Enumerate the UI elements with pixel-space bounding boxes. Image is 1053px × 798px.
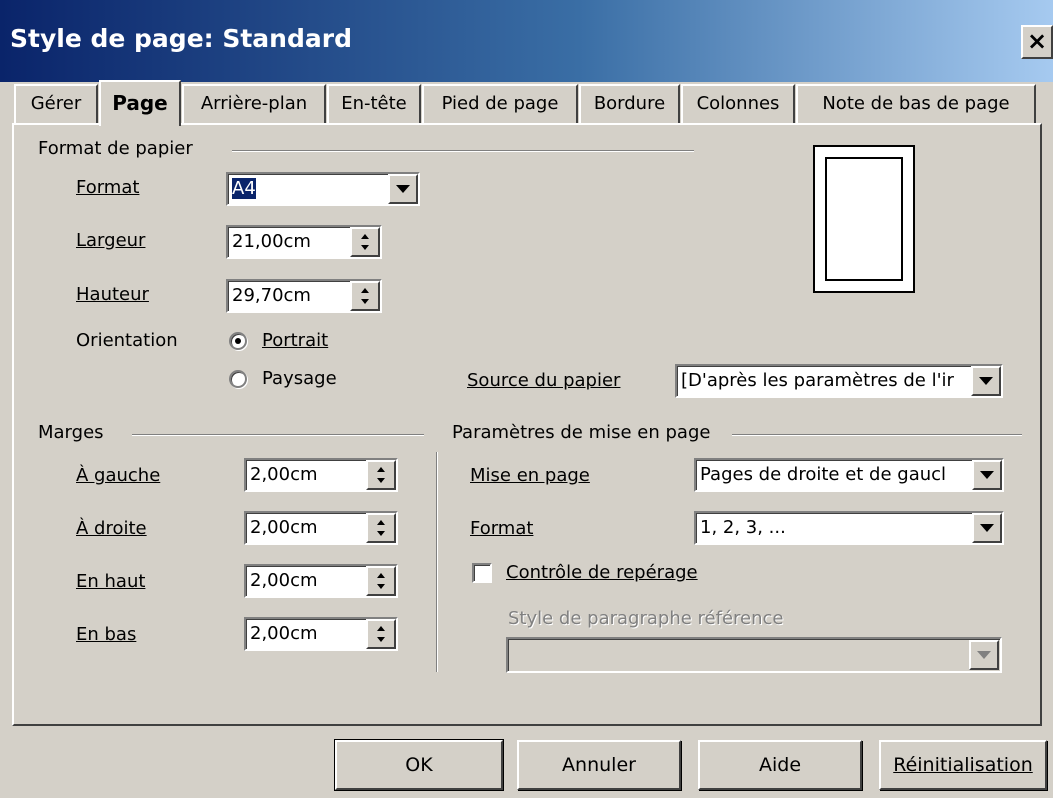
window-title: Style de page: Standard bbox=[10, 24, 352, 53]
margins-group-title: Marges bbox=[38, 422, 104, 443]
reference-style-dropdown-button[interactable] bbox=[969, 640, 999, 670]
format-label: Format bbox=[76, 177, 140, 198]
margin-bottom-spinner[interactable] bbox=[366, 619, 396, 649]
orientation-label: Orientation bbox=[76, 330, 178, 351]
margin-left-spinner[interactable] bbox=[366, 460, 396, 490]
portrait-radio[interactable] bbox=[229, 332, 247, 350]
spin-up-icon bbox=[377, 626, 385, 631]
section-divider bbox=[436, 452, 438, 672]
numbering-format-select[interactable]: 1, 2, 3, ... bbox=[694, 511, 1004, 545]
portrait-label[interactable]: Portrait bbox=[262, 330, 328, 351]
format-dropdown-button[interactable] bbox=[388, 174, 418, 204]
spin-up-icon bbox=[377, 573, 385, 578]
spin-down-icon bbox=[377, 584, 385, 589]
landscape-radio[interactable] bbox=[229, 370, 247, 388]
tab-note-de-bas-de-page[interactable]: Note de bas de page bbox=[796, 84, 1036, 124]
spin-up-icon bbox=[377, 467, 385, 472]
layout-select[interactable]: Pages de droite et de gaucl bbox=[694, 458, 1004, 492]
paper-group-line bbox=[232, 150, 694, 152]
landscape-label[interactable]: Paysage bbox=[262, 368, 337, 389]
reset-button[interactable]: Réinitialisation bbox=[879, 740, 1047, 790]
spin-up-icon bbox=[361, 234, 369, 239]
tab-colonnes[interactable]: Colonnes bbox=[681, 84, 795, 124]
spin-up-icon bbox=[377, 520, 385, 525]
layout-group-title: Paramètres de mise en page bbox=[452, 422, 711, 443]
chevron-down-icon bbox=[980, 471, 994, 479]
page-preview-margins bbox=[825, 157, 903, 281]
spin-down-icon bbox=[361, 299, 369, 304]
layout-group-line bbox=[732, 434, 1022, 436]
format-value: A4 bbox=[232, 178, 256, 199]
layout-dropdown-button[interactable] bbox=[972, 460, 1002, 490]
numbering-format-dropdown-button[interactable] bbox=[972, 513, 1002, 543]
numbering-format-label: Format bbox=[470, 518, 534, 539]
layout-label: Mise en page bbox=[470, 465, 590, 486]
paper-source-dropdown-button[interactable] bbox=[971, 366, 1001, 396]
register-true-checkbox[interactable] bbox=[472, 563, 492, 583]
margin-top-spinner[interactable] bbox=[366, 566, 396, 596]
margin-bottom-label: En bas bbox=[76, 624, 137, 645]
chevron-down-icon bbox=[977, 651, 991, 659]
chevron-down-icon bbox=[979, 377, 993, 385]
tab-en-tete[interactable]: En-tête bbox=[327, 84, 421, 124]
register-true-label[interactable]: Contrôle de repérage bbox=[506, 562, 698, 583]
tab-page[interactable]: Page bbox=[99, 80, 181, 126]
chevron-down-icon bbox=[396, 185, 410, 193]
tab-pied-de-page[interactable]: Pied de page bbox=[422, 84, 578, 124]
margin-right-spinner[interactable] bbox=[366, 513, 396, 543]
close-button[interactable]: × bbox=[1021, 25, 1053, 59]
title-bar: Style de page: Standard × bbox=[0, 0, 1053, 82]
paper-source-select[interactable]: [D'après les paramètres de l'ir bbox=[675, 364, 1003, 398]
margin-right-label: À droite bbox=[76, 518, 147, 539]
width-label: Largeur bbox=[76, 230, 146, 251]
spin-down-icon bbox=[361, 245, 369, 250]
margin-left-label: À gauche bbox=[76, 465, 161, 486]
chevron-down-icon bbox=[980, 524, 994, 532]
margins-group-line bbox=[132, 434, 424, 436]
tab-arriere-plan[interactable]: Arrière-plan bbox=[182, 84, 326, 124]
cancel-button[interactable]: Annuler bbox=[517, 740, 681, 790]
spin-down-icon bbox=[377, 637, 385, 642]
ok-button[interactable]: OK bbox=[334, 739, 504, 791]
tab-gerer[interactable]: Gérer bbox=[14, 84, 98, 124]
reference-style-select[interactable] bbox=[506, 637, 1002, 673]
tab-bordure[interactable]: Bordure bbox=[579, 84, 680, 124]
paper-source-label: Source du papier bbox=[467, 370, 621, 391]
reference-style-label: Style de paragraphe référence bbox=[508, 608, 784, 629]
spin-down-icon bbox=[377, 478, 385, 483]
height-label: Hauteur bbox=[76, 284, 149, 305]
page-preview bbox=[813, 145, 915, 293]
reset-button-label: Réinitialisation bbox=[893, 754, 1033, 776]
spin-down-icon bbox=[377, 531, 385, 536]
spin-up-icon bbox=[361, 288, 369, 293]
margin-top-label: En haut bbox=[76, 571, 146, 592]
width-spinner[interactable] bbox=[350, 227, 380, 257]
height-spinner[interactable] bbox=[350, 281, 380, 311]
help-button[interactable]: Aide bbox=[698, 740, 862, 790]
paper-group-title: Format de papier bbox=[38, 138, 193, 159]
